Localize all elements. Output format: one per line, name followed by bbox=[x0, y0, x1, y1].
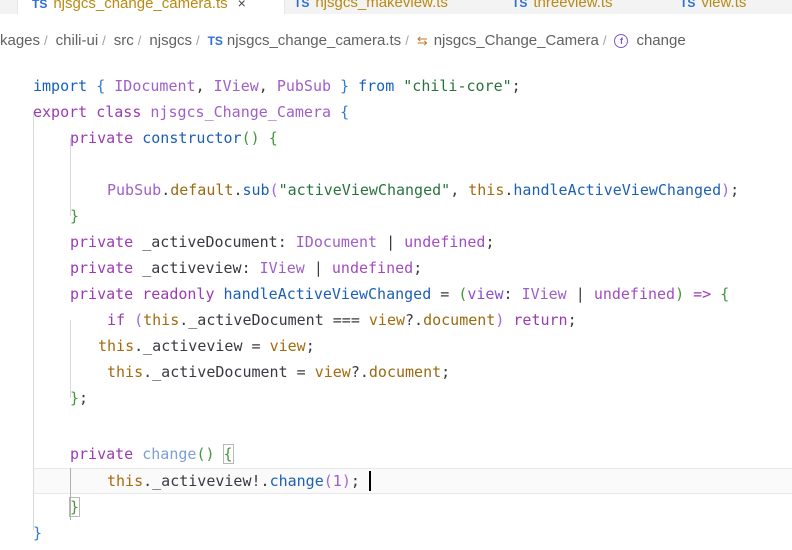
close-icon[interactable]: × bbox=[238, 0, 246, 11]
tab-threeview[interactable]: TS threeview.ts bbox=[512, 0, 642, 14]
breadcrumb-file-label: njsgcs_change_camera.ts bbox=[226, 32, 402, 49]
code-line: private _activeDocument: IDocument | und… bbox=[70, 233, 495, 251]
typescript-icon: TS bbox=[32, 0, 48, 11]
typescript-icon: TS bbox=[294, 0, 310, 10]
breadcrumb-separator: / bbox=[195, 33, 200, 48]
code-line: this._activeDocument = view?.document; bbox=[107, 363, 451, 381]
breadcrumb-class[interactable]: ⇆ njsgcs_Change_Camera bbox=[417, 29, 599, 53]
typescript-icon: TS bbox=[512, 0, 528, 10]
code-line: } bbox=[33, 524, 43, 542]
code-line: private _activeview: IView | undefined; bbox=[70, 259, 423, 277]
tab-label: njsgcs_makeview.ts bbox=[315, 0, 448, 11]
breadcrumb-method-label: change bbox=[636, 32, 686, 49]
tab-bar: TS njsgcs_change_camera.ts × TS njsgcs_make… bbox=[0, 0, 792, 14]
code-line: if (this._activeDocument === view?.docum… bbox=[107, 311, 577, 329]
breadcrumb-separator: / bbox=[602, 33, 607, 48]
tab-label: threeview.ts bbox=[533, 0, 613, 11]
typescript-icon: TS bbox=[207, 34, 223, 48]
breadcrumb-njsgcs[interactable]: njsgcs bbox=[149, 29, 192, 53]
code-line: export class njsgcs_Change_Camera { bbox=[33, 103, 350, 121]
code-line: private readonly handleActiveViewChanged… bbox=[70, 285, 730, 303]
code-line: PubSub.default.sub("activeViewChanged", … bbox=[107, 181, 740, 199]
breadcrumb-method[interactable]: f change bbox=[614, 29, 686, 53]
code-line: private constructor() { bbox=[70, 129, 278, 147]
breadcrumb: kages / chili-ui / src / njsgcs / TS njsgcs_chang… bbox=[0, 29, 792, 53]
breadcrumb-separator: / bbox=[137, 33, 142, 48]
breadcrumb-src[interactable]: src bbox=[114, 29, 134, 53]
indent-guide bbox=[33, 112, 34, 530]
tab-label: view.ts bbox=[701, 0, 747, 11]
breadcrumb-packages[interactable]: kages bbox=[0, 29, 40, 53]
text-cursor bbox=[369, 471, 371, 491]
tab-view[interactable]: TS view.ts bbox=[680, 0, 792, 14]
breadcrumb-separator: / bbox=[405, 33, 409, 48]
method-icon: f bbox=[614, 34, 629, 48]
code-editor[interactable]: import { IDocument, IView, PubSub } from… bbox=[0, 60, 792, 550]
tab-label: njsgcs_change_camera.ts bbox=[53, 0, 228, 12]
breadcrumb-chili-ui[interactable]: chili-ui bbox=[56, 29, 99, 53]
breadcrumb-class-label: njsgcs_Change_Camera bbox=[433, 32, 599, 49]
tab-njsgcs-change-camera[interactable]: TS njsgcs_change_camera.ts × bbox=[18, 0, 284, 14]
typescript-icon: TS bbox=[680, 0, 696, 10]
code-line: } bbox=[70, 207, 80, 225]
code-line-current: this._activeview!.change(1); bbox=[107, 472, 360, 490]
code-line: } bbox=[68, 497, 81, 517]
class-icon: ⇆ bbox=[416, 33, 428, 48]
code-line: import { IDocument, IView, PubSub } from… bbox=[33, 77, 521, 95]
breadcrumb-file[interactable]: TS njsgcs_change_camera.ts bbox=[208, 29, 402, 53]
code-line: }; bbox=[70, 389, 89, 407]
breadcrumb-separator: / bbox=[44, 33, 48, 48]
breadcrumb-separator: / bbox=[102, 33, 106, 48]
code-line: this._activeview = view; bbox=[98, 337, 315, 355]
tab-njsgcs-makeview[interactable]: TS njsgcs_makeview.ts bbox=[294, 0, 474, 14]
code-line: private change() { bbox=[70, 444, 234, 464]
